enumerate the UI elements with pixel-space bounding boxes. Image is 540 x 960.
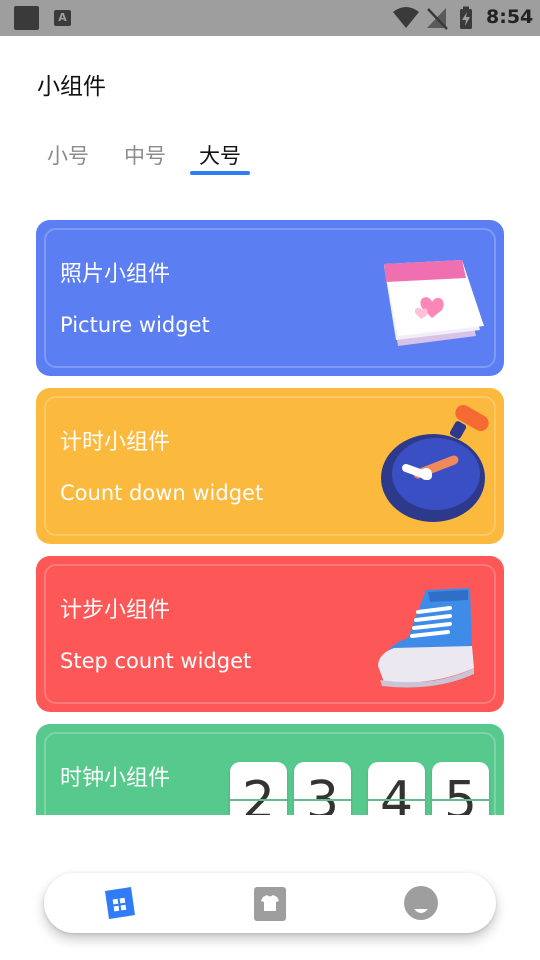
countdown-widget-card[interactable]: 计时小组件 Count down widget	[36, 388, 504, 544]
stopwatch-icon	[381, 405, 489, 522]
card-subtitle: Picture widget	[60, 313, 210, 337]
shirt-icon	[254, 887, 286, 921]
clock-widget-card[interactable]: 时钟小组件 2 3 4 5	[36, 724, 504, 815]
card-subtitle: Step count widget	[60, 649, 252, 673]
bottom-nav	[44, 873, 496, 933]
profile-icon	[404, 886, 438, 920]
nav-themes[interactable]	[252, 885, 288, 921]
card-title: 计步小组件	[60, 598, 171, 623]
nav-profile[interactable]	[403, 885, 439, 921]
picture-widget-card[interactable]: 照片小组件 Picture widget	[36, 220, 504, 376]
card-title: 照片小组件	[60, 262, 171, 287]
nav-widgets[interactable]	[101, 885, 137, 921]
widget-list: 照片小组件 Picture widget 计时小组件 Count down wi…	[0, 0, 540, 815]
clock-digit: 3	[294, 762, 351, 815]
sneaker-icon	[378, 588, 474, 688]
card-title: 计时小组件	[60, 430, 171, 455]
step-count-widget-card[interactable]: 计步小组件 Step count widget	[36, 556, 504, 712]
card-subtitle: Count down widget	[60, 481, 264, 505]
card-title: 时钟小组件	[60, 766, 171, 791]
clock-digit: 2	[230, 762, 287, 815]
clock-digit: 5	[432, 762, 489, 815]
clock-digit: 4	[368, 762, 425, 815]
widgets-icon	[105, 887, 135, 919]
calendar-heart-icon	[384, 260, 484, 346]
